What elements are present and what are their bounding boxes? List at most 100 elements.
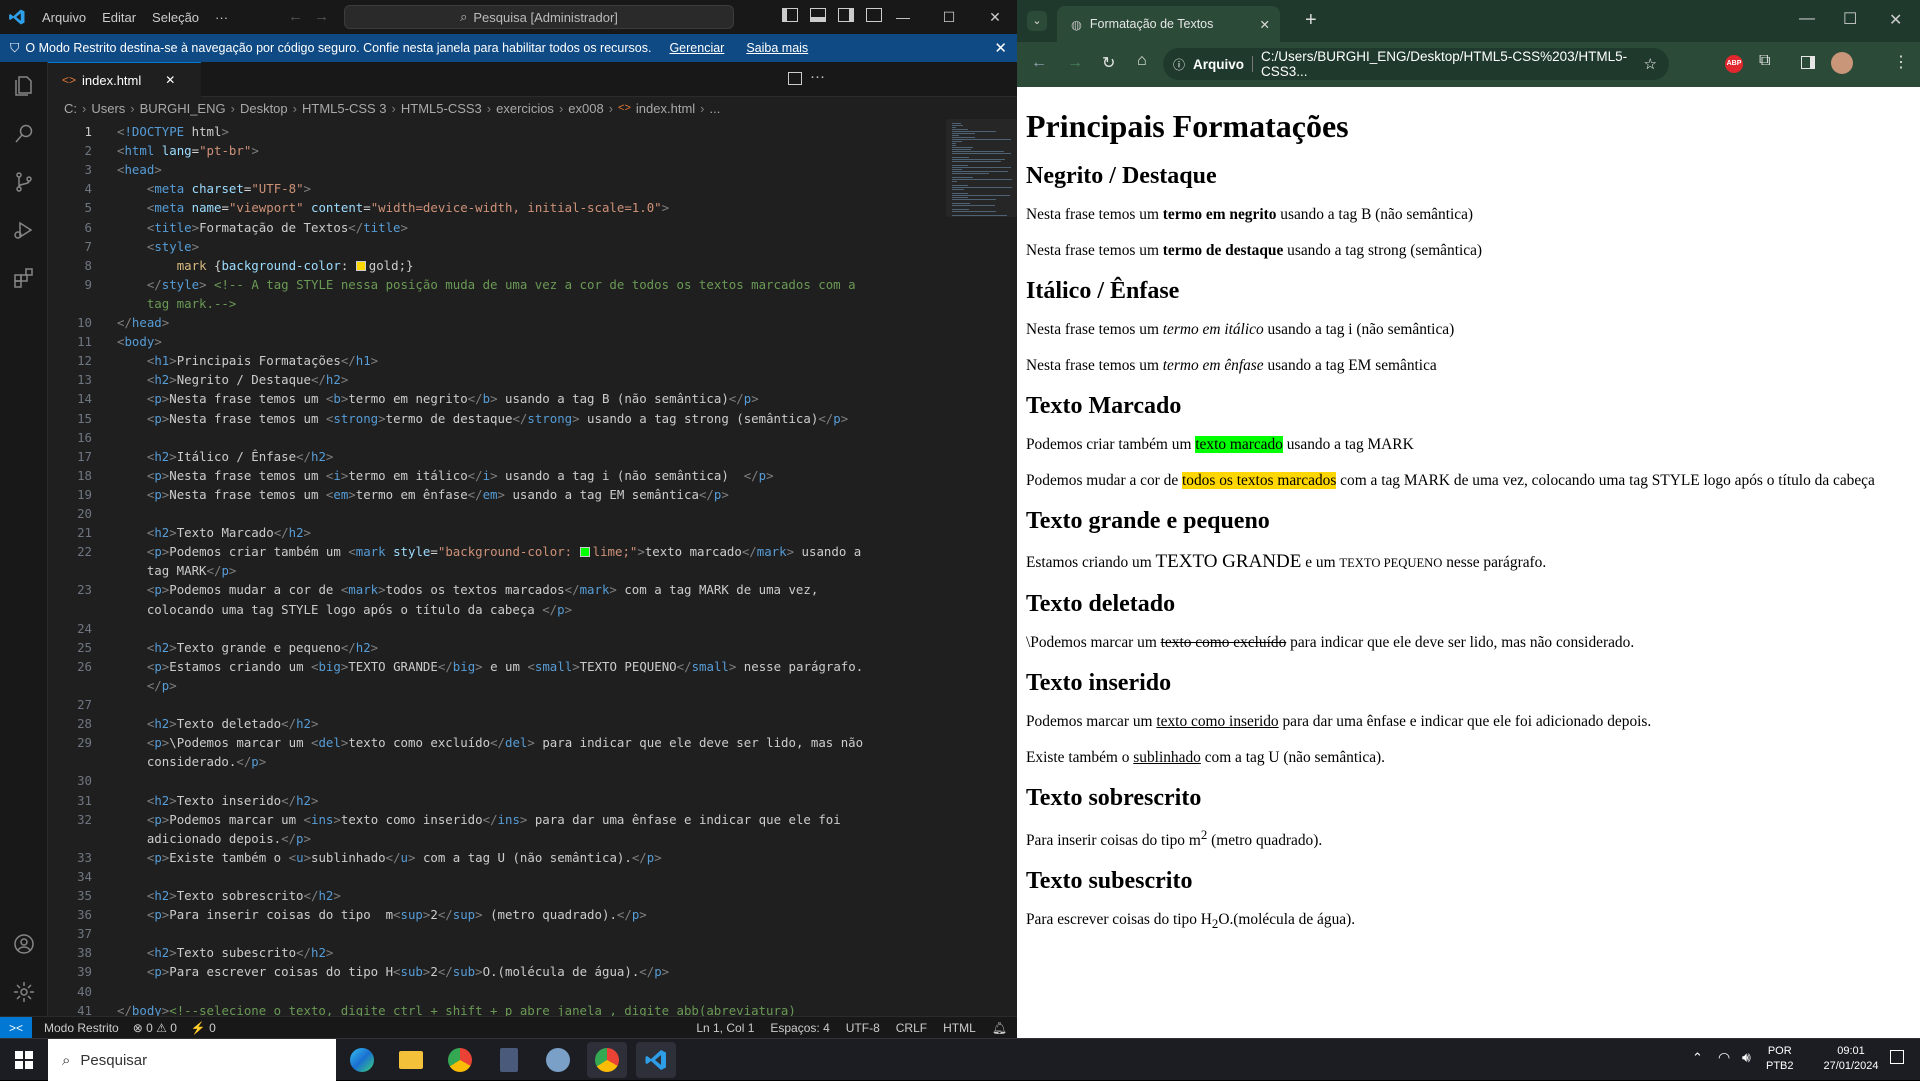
indentation-status[interactable]: Espaços: 4 [770, 1021, 829, 1035]
cursor-position-status[interactable]: Ln 1, Col 1 [696, 1021, 754, 1035]
windows-start-icon[interactable] [4, 1042, 44, 1078]
split-editor-icon[interactable] [788, 72, 802, 85]
adblock-icon[interactable]: ABP [1725, 55, 1743, 73]
code-line[interactable]: <h2>Texto sobrescrito</h2> [117, 888, 341, 903]
back-icon[interactable]: ← [1031, 54, 1047, 72]
tray-overflow-icon[interactable]: ⌃ [1692, 1050, 1703, 1066]
volume-icon[interactable]: 🔊︎ [1742, 1049, 1751, 1066]
taskbar-search-box[interactable]: ⌕ Pesquisar [48, 1039, 336, 1081]
code-line[interactable]: <body> [117, 334, 162, 349]
restricted-mode-status[interactable]: Modo Restrito [44, 1021, 119, 1035]
code-line[interactable]: tag mark.--> [117, 296, 237, 311]
back-arrow-icon[interactable]: ← [288, 8, 303, 25]
accounts-icon[interactable] [0, 920, 48, 968]
app-icon[interactable] [538, 1042, 578, 1078]
code-line[interactable]: <h1>Principais Formatações</h1> [117, 353, 378, 368]
search-icon[interactable] [0, 110, 48, 158]
settings-gear-icon[interactable] [0, 968, 48, 1016]
breadcrumb-item[interactable]: exercicios [496, 101, 554, 116]
code-line[interactable]: </style> <!-- A tag STYLE nessa posição … [117, 277, 856, 292]
code-line[interactable]: <p>Estamos criando um <big>TEXTO GRANDE<… [117, 659, 863, 674]
more-actions-icon[interactable]: ··· [810, 68, 825, 85]
breadcrumb-item[interactable]: Users [91, 101, 125, 116]
clock[interactable]: 09:01 27/01/2024 [1816, 1044, 1886, 1074]
source-control-icon[interactable] [0, 158, 48, 206]
forward-icon[interactable]: → [1067, 54, 1083, 72]
profile-avatar[interactable] [1831, 52, 1853, 74]
forward-arrow-icon[interactable]: → [314, 8, 329, 25]
toggle-primary-sidebar-icon[interactable] [782, 8, 798, 22]
code-line[interactable]: colocando uma tag STYLE logo após o títu… [117, 602, 572, 617]
code-line[interactable]: <meta name="viewport" content="width=dev… [117, 200, 669, 215]
eol-status[interactable]: CRLF [896, 1021, 927, 1035]
code-line[interactable]: <p>Nesta frase temos um <i>termo em itál… [117, 468, 774, 483]
code-line[interactable]: <h2>Texto grande e pequeno</h2> [117, 640, 378, 655]
language-status[interactable]: HTML [943, 1021, 976, 1035]
code-line[interactable]: <p>Para escrever coisas do tipo H<sub>2<… [117, 964, 669, 979]
extensions-icon[interactable] [0, 254, 48, 302]
edge-icon[interactable] [342, 1042, 382, 1078]
command-center-search[interactable]: ⌕ Pesquisa [Administrador] [344, 5, 734, 29]
code-line[interactable]: <!DOCTYPE html> [117, 124, 229, 139]
notifications-bell-icon[interactable]: 🔔︎ [992, 1021, 1007, 1035]
run-debug-icon[interactable] [0, 206, 48, 254]
code-line[interactable]: <p>Podemos mudar a cor de <mark>todos os… [117, 582, 818, 597]
problems-status[interactable]: ⊗ 0 ⚠ 0 [133, 1021, 177, 1035]
code-line[interactable]: <meta charset="UTF-8"> [117, 181, 311, 196]
file-explorer-icon[interactable] [391, 1042, 431, 1078]
wifi-icon[interactable]: ◠ [1718, 1049, 1730, 1066]
code-line[interactable]: <html lang="pt-br"> [117, 143, 259, 158]
code-line[interactable]: mark {background-color: gold;} [117, 258, 414, 273]
explorer-icon[interactable] [0, 62, 48, 110]
breadcrumb-item[interactable]: Desktop [240, 101, 288, 116]
minimap[interactable] [946, 119, 1018, 217]
remote-indicator[interactable]: >< [0, 1016, 32, 1039]
breadcrumb-item[interactable]: HTML5-CSS 3 [302, 101, 387, 116]
code-editor[interactable]: 1 2 3 4 5 6 7 8 9 10 11 12 13 14 15 16 17 18 19 20 21 22 23 24 2… [48, 119, 1018, 1018]
code-line[interactable]: <p>Nesta frase temos um <strong>termo de… [117, 411, 848, 426]
code-line[interactable]: <style> [117, 239, 199, 254]
side-panel-icon[interactable] [1801, 56, 1815, 69]
code-line[interactable]: tag MARK</p> [117, 563, 237, 578]
maximize-button[interactable]: ☐ [1843, 9, 1857, 29]
address-bar[interactable]: ⓘ Arquivo C:/Users/BURGHI_ENG/Desktop/HT… [1163, 48, 1669, 80]
encoding-status[interactable]: UTF-8 [846, 1021, 880, 1035]
minimize-button[interactable]: — [880, 0, 926, 34]
menu-more[interactable]: ··· [207, 10, 236, 25]
breadcrumb-item[interactable]: ... [710, 101, 721, 116]
new-tab-icon[interactable]: + [1305, 9, 1317, 32]
input-language[interactable]: POR PTB2 [1766, 1044, 1794, 1074]
calculator-icon[interactable] [489, 1042, 529, 1078]
code-line[interactable]: <p>\Podemos marcar um <del>texto como ex… [117, 735, 863, 750]
code-line[interactable]: considerado.</p> [117, 754, 266, 769]
breadcrumb-item[interactable]: ex008 [568, 101, 603, 116]
menu-selecao[interactable]: Seleção [144, 10, 207, 25]
code-line[interactable]: <p>Podemos criar também um <mark style="… [117, 544, 861, 559]
code-line[interactable]: <h2>Texto subescrito</h2> [117, 945, 334, 960]
code-line[interactable]: adicionado depois.</p> [117, 831, 311, 846]
extensions-puzzle-icon[interactable]: ⧉ [1759, 52, 1770, 70]
tab-search-icon[interactable]: ⌄ [1027, 11, 1047, 31]
code-line[interactable]: <h2>Negrito / Destaque</h2> [117, 372, 348, 387]
code-line[interactable]: <head> [117, 162, 162, 177]
banner-learn-more-link[interactable]: Saiba mais [746, 41, 808, 55]
home-icon[interactable]: ⌂ [1137, 52, 1147, 70]
vscode-taskbar-icon[interactable] [636, 1042, 676, 1078]
code-line[interactable]: <title>Formatação de Textos</title> [117, 220, 408, 235]
tab-close-icon[interactable]: ✕ [1260, 17, 1270, 32]
chrome-menu-icon[interactable]: ⋮ [1893, 52, 1909, 72]
code-line[interactable]: <p>Para inserir coisas do tipo m<sup>2</… [117, 907, 647, 922]
close-button[interactable]: ✕ [972, 0, 1018, 34]
minimize-button[interactable]: — [1799, 10, 1815, 28]
code-line[interactable]: <h2>Texto Marcado</h2> [117, 525, 311, 540]
banner-manage-link[interactable]: Gerenciar [669, 41, 724, 55]
code-line[interactable]: <h2>Itálico / Ênfase</h2> [117, 449, 334, 464]
code-line[interactable]: <p>Nesta frase temos um <em>termo em ênf… [117, 487, 729, 502]
breadcrumb-item[interactable]: BURGHI_ENG [140, 101, 226, 116]
bookmark-star-icon[interactable]: ☆ [1644, 55, 1657, 73]
breadcrumb-item[interactable]: HTML5-CSS3 [401, 101, 482, 116]
chrome-icon[interactable] [440, 1042, 480, 1078]
code-line[interactable]: <h2>Texto inserido</h2> [117, 793, 319, 808]
breadcrumb-item[interactable]: C: [64, 101, 77, 116]
code-line[interactable]: </head> [117, 315, 169, 330]
